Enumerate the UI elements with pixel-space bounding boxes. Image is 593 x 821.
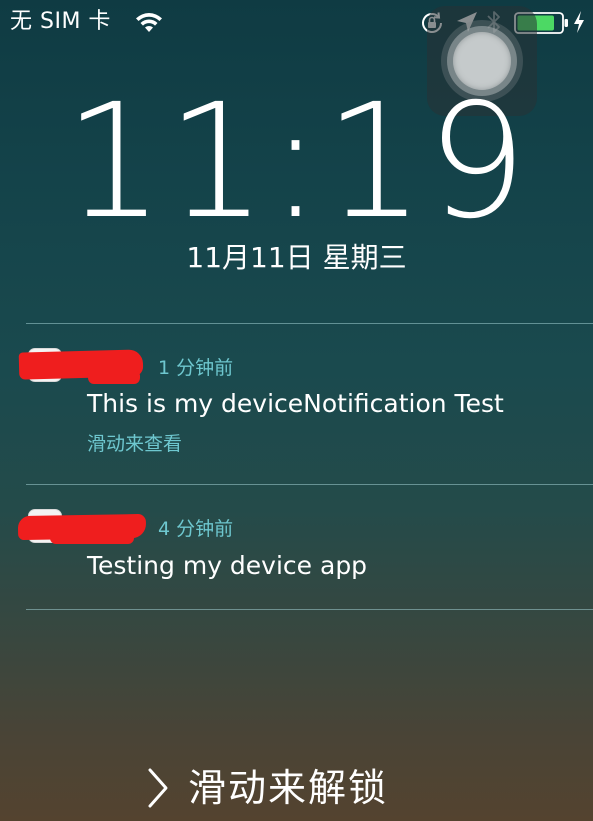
notification-message: Testing my device app xyxy=(87,551,368,580)
notification-time: 4 分钟前 xyxy=(158,518,234,540)
slide-to-unlock-label: 滑动来解锁 xyxy=(188,766,389,810)
notification-slide-to-view[interactable]: 滑动来查看 xyxy=(87,431,182,457)
charging-icon xyxy=(574,11,584,33)
carrier-label: 无 SIM 卡 xyxy=(10,9,111,34)
redaction-mark xyxy=(50,532,134,544)
notification-item[interactable]: 1 分钟前 This is my deviceNotification Test… xyxy=(0,324,593,484)
notification-message: This is my deviceNotification Test xyxy=(87,389,504,418)
notification-time: 1 分钟前 xyxy=(158,357,234,379)
divider xyxy=(26,609,593,610)
wifi-icon xyxy=(136,13,162,32)
notification-item[interactable]: 测 4 分钟前 Testing my device app xyxy=(0,485,593,609)
redaction-mark xyxy=(88,370,140,384)
chevron-right-icon xyxy=(148,768,168,808)
lock-screen-date: 11月11日 星期三 xyxy=(186,241,407,274)
lock-screen-clock: 11:19 xyxy=(63,70,530,254)
slide-to-unlock[interactable]: 滑动来解锁 xyxy=(146,760,388,816)
